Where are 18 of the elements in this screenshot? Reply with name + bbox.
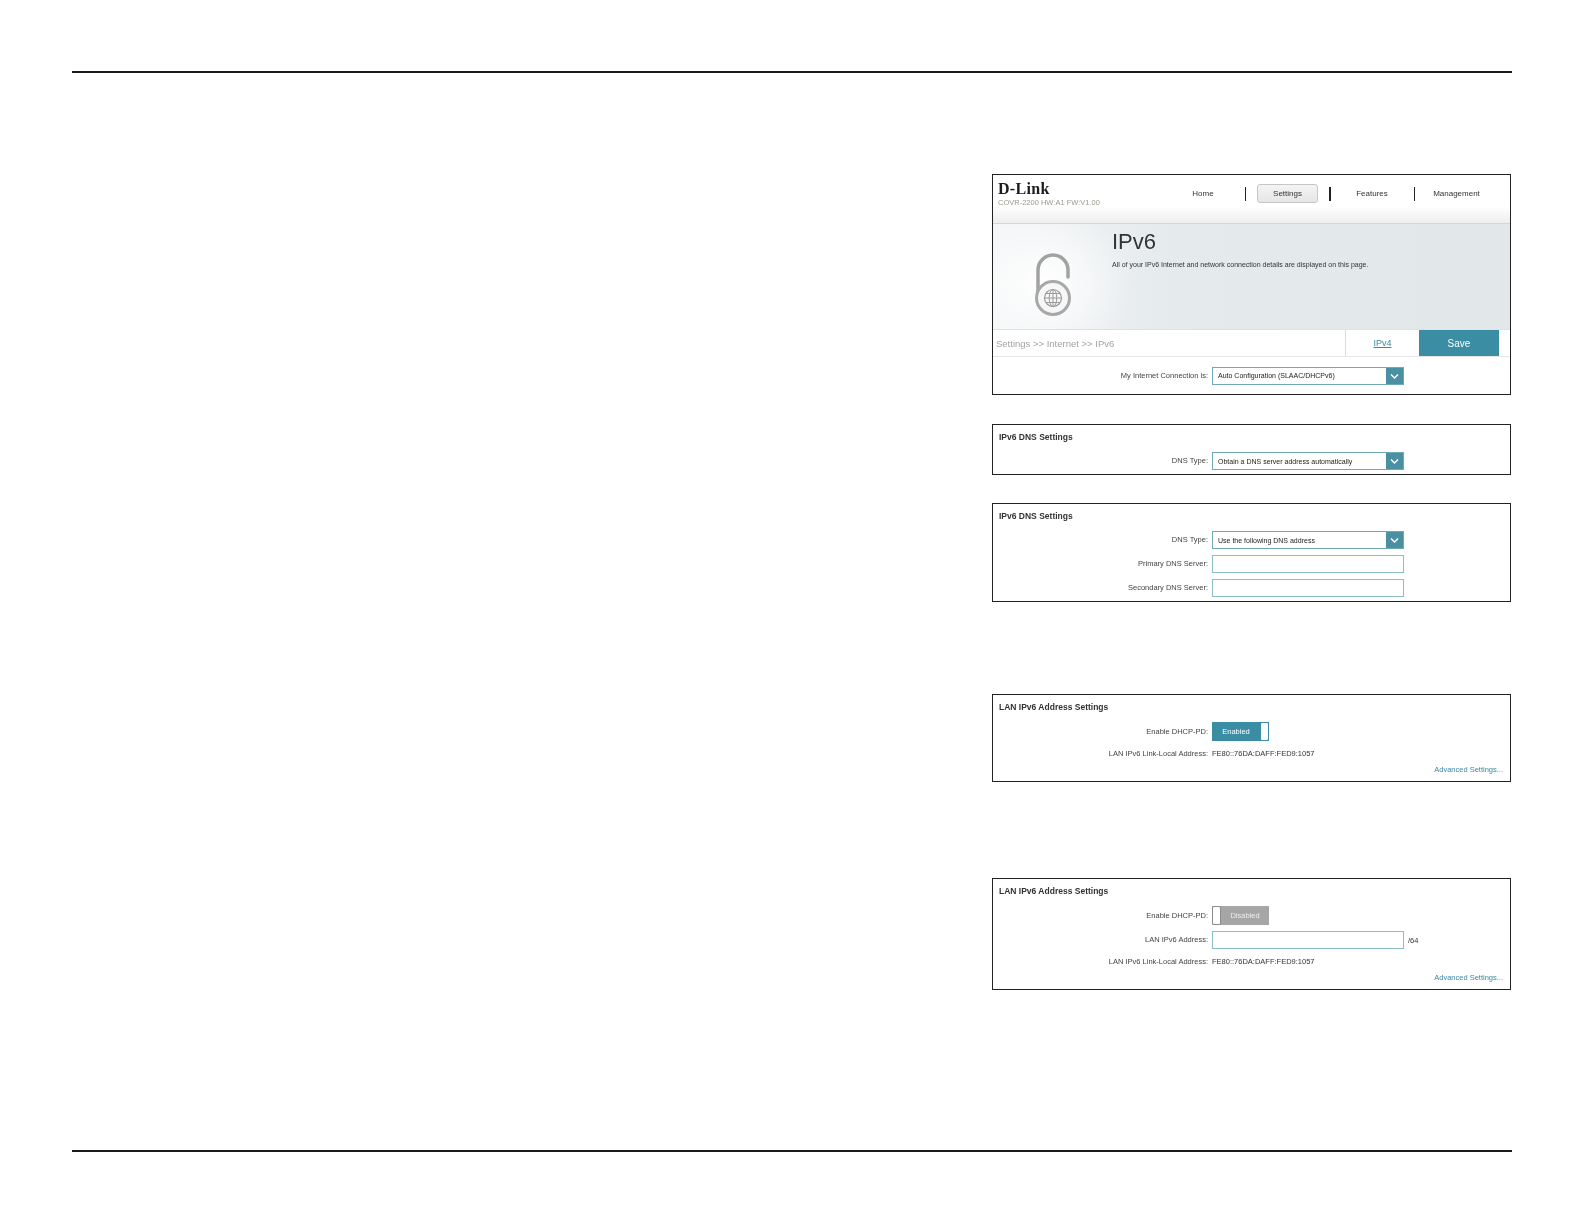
text-input-field[interactable]	[1212, 555, 1404, 573]
section-title: IPv6 DNS Settings	[998, 431, 1074, 444]
text-input-field[interactable]	[1212, 931, 1404, 949]
save-button[interactable]: Save	[1419, 330, 1499, 356]
brand-logo: D-Link	[998, 181, 1051, 197]
text-input-field[interactable]	[1212, 579, 1404, 597]
nav-tab[interactable]: Management	[1426, 184, 1487, 203]
nav-tab[interactable]: Features	[1341, 184, 1403, 203]
breadcrumb-text: Settings >> Internet >> IPv6	[995, 337, 1115, 349]
nav-tab[interactable]: Settings	[1257, 184, 1318, 203]
section-title: LAN IPv6 Address Settings	[998, 701, 1110, 714]
section-title: IPv6 DNS Settings	[998, 510, 1074, 523]
chevron-down-icon[interactable]	[1386, 532, 1403, 548]
chevron-down-icon[interactable]	[1386, 453, 1403, 469]
page-title: IPv6	[1112, 229, 1157, 255]
section-title: LAN IPv6 Address Settings	[998, 885, 1110, 898]
nav-tab[interactable]: Home	[1172, 184, 1234, 203]
chevron-down-icon[interactable]	[1386, 367, 1403, 384]
